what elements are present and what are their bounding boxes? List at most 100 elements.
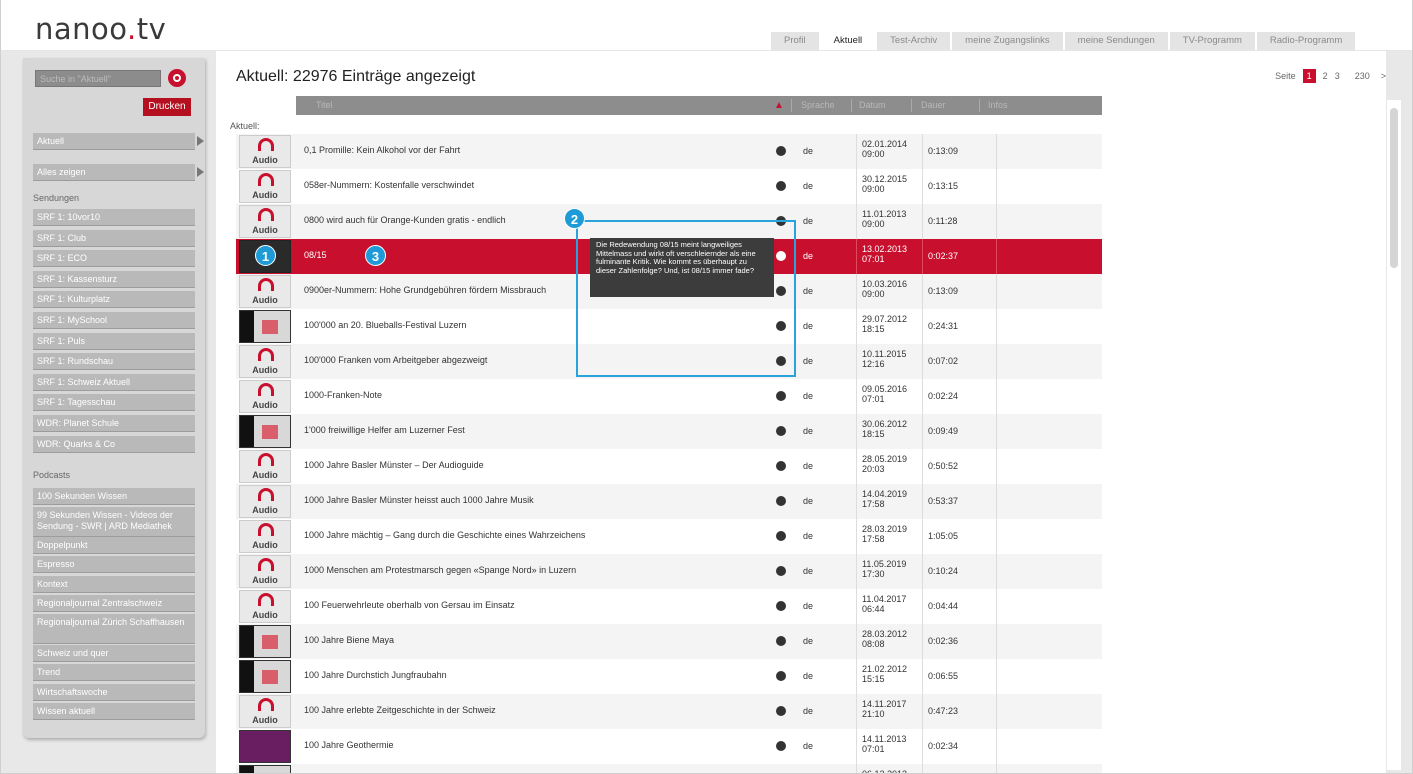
expand-arrow-icon[interactable] [197, 167, 204, 177]
sort-ascending-icon[interactable]: ▲ [774, 96, 784, 115]
sidebar-nav-aktuell[interactable]: Aktuell [33, 133, 195, 150]
scrollbar[interactable] [1387, 100, 1401, 770]
next-page-icon[interactable]: > [1381, 71, 1386, 81]
audio-thumbnail[interactable]: Audio [239, 450, 291, 483]
list-item[interactable]: Audio 058er-Nummern: Kostenfalle verschwi… [236, 169, 1102, 204]
sidebar-item-sendung[interactable]: SRF 1: 10vor10 [33, 209, 195, 226]
tab-test-archiv[interactable]: Test-Archiv [877, 32, 951, 50]
sidebar-item-podcast[interactable]: Schweiz und quer [33, 645, 195, 662]
list-item[interactable]: Audio 1000 Menschen am Protestmarsch gege… [236, 554, 1102, 589]
audio-thumbnail[interactable]: Audio [239, 555, 291, 588]
audio-thumbnail[interactable]: Audio [239, 590, 291, 623]
sidebar-item-sendung[interactable]: SRF 1: Rundschau [33, 353, 195, 371]
page-link[interactable]: 2 [1323, 71, 1328, 81]
item-title[interactable]: 1'000 freiwillige Helfer am Luzerner Fes… [304, 425, 465, 435]
sidebar-item-sendung[interactable]: WDR: Quarks & Co [33, 435, 195, 453]
item-title[interactable]: 1000-Franken-Note [304, 390, 382, 400]
audio-thumbnail[interactable]: Audio [239, 135, 291, 168]
sidebar-item-sendung[interactable]: SRF 1: MySchool [33, 312, 195, 329]
item-title[interactable]: 0900er-Nummern: Hohe Grundgebühren förde… [304, 285, 546, 295]
scrollbar-thumb[interactable] [1390, 108, 1398, 268]
info-icon[interactable] [776, 636, 786, 646]
list-item[interactable]: Audio 100 Feuerwehrleute oberhalb von Ger… [236, 589, 1102, 624]
info-icon[interactable] [776, 566, 786, 576]
tab-tv-programm[interactable]: TV-Programm [1169, 32, 1255, 50]
search-button[interactable] [168, 69, 186, 87]
item-title[interactable]: 0,1 Promille: Kein Alkohol vor der Fahrt [304, 145, 460, 155]
column-info[interactable]: Infos [988, 96, 1008, 115]
sidebar-item-podcast[interactable]: Kontext [33, 576, 195, 593]
list-item[interactable]: Audio 1000 Jahre mächtig – Gang durch die… [236, 519, 1102, 554]
audio-thumbnail[interactable]: Audio [239, 380, 291, 413]
video-thumbnail[interactable] [239, 310, 291, 343]
info-icon[interactable] [776, 146, 786, 156]
info-icon[interactable] [776, 671, 786, 681]
list-item[interactable]: Audio 1000 Jahre Basler Münster heisst au… [236, 484, 1102, 519]
item-title[interactable]: 1000 Jahre mächtig – Gang durch die Gesc… [304, 530, 585, 540]
item-title[interactable]: 1000 Jahre Basler Münster – Der Audiogui… [304, 460, 484, 470]
video-thumbnail[interactable] [239, 625, 291, 658]
sidebar-item-podcast[interactable]: 100 Sekunden Wissen [33, 488, 195, 505]
video-thumbnail[interactable] [239, 415, 291, 448]
video-thumbnail[interactable] [239, 660, 291, 693]
tab-aktuell[interactable]: Aktuell [820, 32, 876, 50]
item-title[interactable]: 100 Jahre Geothermie [304, 740, 394, 750]
tab-radio-programm[interactable]: Radio-Programm [1256, 32, 1356, 50]
info-icon[interactable] [776, 391, 786, 401]
page-link[interactable]: 3 [1335, 71, 1340, 81]
sidebar-item-sendung[interactable]: SRF 1: Kulturplatz [33, 291, 195, 309]
list-item[interactable]: 100 Jahre Durchstich Jungfraubahn de 0:06:… [236, 659, 1102, 694]
sidebar-item-sendung[interactable]: SRF 1: ECO [33, 250, 195, 268]
item-title[interactable]: 1000 Jahre Basler Münster heisst auch 10… [304, 495, 534, 505]
tab-meine-sendungen[interactable]: meine Sendungen [1064, 32, 1168, 50]
item-title[interactable]: 100 Feuerwehrleute oberhalb von Gersau i… [304, 600, 515, 610]
info-icon[interactable] [776, 531, 786, 541]
audio-thumbnail[interactable]: Audio [239, 695, 291, 728]
audio-thumbnail[interactable]: Audio [239, 485, 291, 518]
column-date[interactable]: Datum [859, 96, 886, 115]
search-input[interactable]: Suche in "Aktuell" [35, 70, 161, 87]
page-link[interactable]: 1 [1302, 69, 1316, 83]
video-thumbnail[interactable] [239, 765, 291, 773]
sidebar-item-sendung[interactable]: SRF 1: Tagesschau [33, 394, 195, 412]
item-title[interactable]: 100 Jahre erlebte Zeitgeschichte in der … [304, 705, 496, 715]
list-item[interactable]: 100 Jahre Geothermie de 0:02:34 14.11.2013 0… [236, 729, 1102, 764]
page-link[interactable]: 230 [1355, 71, 1370, 81]
audio-thumbnail[interactable]: Audio [239, 170, 291, 203]
sidebar-item-sendung[interactable]: SRF 1: Club [33, 229, 195, 247]
audio-thumbnail[interactable]: Audio [239, 275, 291, 308]
sidebar-item-sendung[interactable]: SRF 1: Kassensturz [33, 270, 195, 288]
sidebar-item-sendung[interactable]: SRF 1: Puls [33, 332, 195, 350]
item-title[interactable]: 058er-Nummern: Kostenfalle verschwindet [304, 180, 474, 190]
audio-thumbnail[interactable]: Audio [239, 520, 291, 553]
tab-profil[interactable]: Profil [771, 32, 819, 50]
sidebar-item-sendung[interactable]: SRF 1: Schweiz Aktuell [33, 373, 195, 391]
audio-thumbnail[interactable]: Audio [239, 345, 291, 378]
item-title[interactable]: 1000 Menschen am Protestmarsch gegen «Sp… [304, 565, 576, 575]
sidebar-item-podcast[interactable]: Doppelpunkt [33, 537, 195, 554]
item-title[interactable]: 100 Jahre Biene Maya [304, 635, 394, 645]
logo[interactable]: nanoo.tv [35, 12, 166, 46]
info-icon[interactable] [776, 181, 786, 191]
item-title[interactable]: 0800 wird auch für Orange-Kunden gratis … [304, 215, 506, 225]
sidebar-item-sendung[interactable]: WDR: Planet Schule [33, 415, 195, 432]
sidebar-item-podcast[interactable]: Regionaljournal Zentralschweiz [33, 595, 195, 612]
list-item[interactable]: Audio 1000 Jahre Basler Münster – Der Aud… [236, 449, 1102, 484]
sidebar-item-podcast[interactable]: Trend [33, 664, 195, 681]
item-title[interactable]: 100'000 Franken vom Arbeitgeber abgezwei… [304, 355, 487, 365]
list-item[interactable]: 1'000 freiwillige Helfer am Luzerner Fes… [236, 414, 1102, 449]
column-language[interactable]: Sprache [801, 96, 835, 115]
sidebar-item-podcast[interactable]: Wirtschaftswoche [33, 684, 195, 701]
sidebar-nav-alles-zeigen[interactable]: Alles zeigen [33, 164, 195, 181]
list-item[interactable]: Audio 0,1 Promille: Kein Alkohol vor der … [236, 134, 1102, 169]
print-button[interactable]: Drucken [143, 98, 191, 116]
info-icon[interactable] [776, 496, 786, 506]
sidebar-item-podcast[interactable]: 99 Sekunden Wissen - Videos der Sendung … [33, 507, 195, 537]
video-thumbnail[interactable] [239, 730, 291, 763]
expand-arrow-icon[interactable] [197, 136, 204, 146]
list-item[interactable]: Audio 100 Jahre erlebte Zeitgeschichte in… [236, 694, 1102, 729]
column-duration[interactable]: Dauer [921, 96, 946, 115]
sidebar-item-podcast[interactable]: Regionaljournal Zürich Schaffhausen [33, 614, 195, 644]
info-icon[interactable] [776, 426, 786, 436]
info-icon[interactable] [776, 741, 786, 751]
